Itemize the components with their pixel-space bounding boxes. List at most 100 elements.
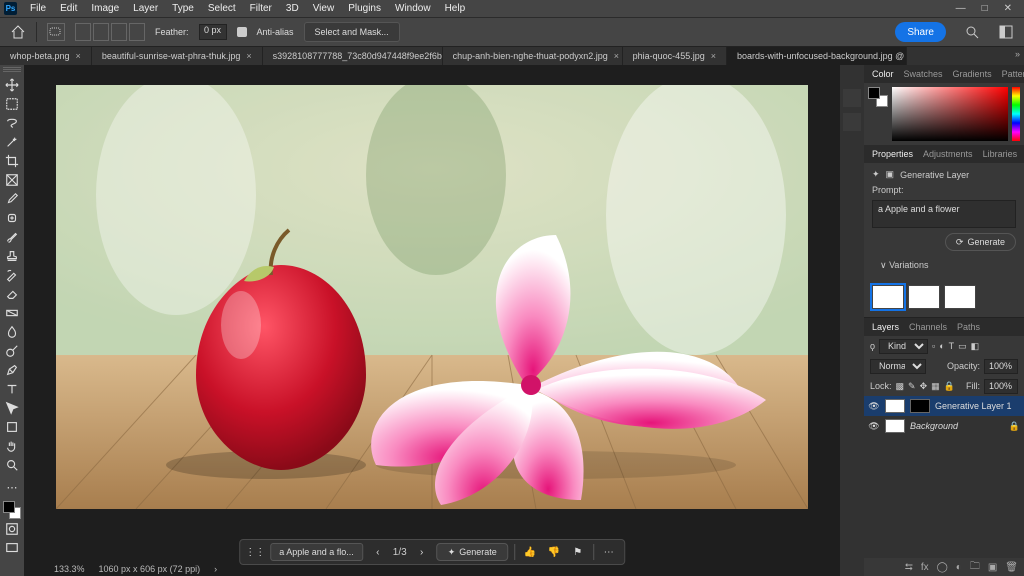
healing-tool[interactable]: [2, 208, 22, 227]
tab-gradients[interactable]: Gradients: [953, 69, 992, 79]
gradient-tool[interactable]: [2, 303, 22, 322]
status-chevron-icon[interactable]: ›: [214, 564, 217, 574]
search-icon[interactable]: [964, 24, 980, 40]
shape-tool[interactable]: [2, 417, 22, 436]
workspace-icon[interactable]: [998, 24, 1014, 40]
type-tool[interactable]: [2, 379, 22, 398]
grip-icon[interactable]: ⋮⋮: [246, 543, 264, 561]
move-tool[interactable]: [2, 75, 22, 94]
menu-help[interactable]: Help: [438, 3, 473, 14]
color-swatches[interactable]: [3, 501, 21, 519]
document-tab[interactable]: beautiful-sunrise-wat-phra-thuk.jpg×: [92, 47, 263, 65]
select-and-mask-button[interactable]: Select and Mask...: [304, 22, 400, 42]
visibility-icon[interactable]: 👁: [868, 401, 880, 412]
selection-new[interactable]: [75, 23, 91, 41]
crop-tool[interactable]: [2, 151, 22, 170]
contextual-task-bar[interactable]: ⋮⋮ a Apple and a flo... ‹ 1/3 › ✦Generat…: [239, 539, 625, 565]
tab-swatches[interactable]: Swatches: [904, 69, 943, 79]
frame-tool[interactable]: [2, 170, 22, 189]
lasso-tool[interactable]: [2, 113, 22, 132]
collapsed-panel-icon[interactable]: [843, 89, 861, 107]
canvas-area[interactable]: ⋮⋮ a Apple and a flo... ‹ 1/3 › ✦Generat…: [24, 65, 840, 576]
filter-type-icon[interactable]: T: [949, 341, 955, 351]
hue-slider[interactable]: [1012, 87, 1020, 141]
filter-shape-icon[interactable]: ▭: [958, 341, 967, 352]
opacity-value[interactable]: 100%: [984, 359, 1018, 374]
tab-paths[interactable]: Paths: [957, 322, 980, 332]
screen-mode[interactable]: [2, 538, 22, 557]
window-close[interactable]: ✕: [1004, 3, 1012, 14]
generate-button[interactable]: ✦Generate: [437, 543, 508, 561]
generate-button[interactable]: ⟳Generate: [945, 233, 1016, 251]
eraser-tool[interactable]: [2, 284, 22, 303]
menu-window[interactable]: Window: [388, 3, 438, 14]
group-icon[interactable]: 🗀: [970, 559, 980, 576]
flag-icon[interactable]: ⚑: [569, 543, 587, 561]
document-tab[interactable]: chup-anh-bien-nghe-thuat-podyxn2.jpg×: [443, 47, 623, 65]
wand-tool[interactable]: [2, 132, 22, 151]
zoom-tool[interactable]: [2, 455, 22, 474]
lock-pos-icon[interactable]: ✥: [920, 381, 928, 392]
prev-variation-button[interactable]: ‹: [369, 543, 387, 561]
layer-fx-icon[interactable]: fx: [921, 562, 929, 573]
prompt-pill[interactable]: a Apple and a flo...: [270, 543, 363, 561]
selection-subtract[interactable]: [111, 23, 127, 41]
tab-layers[interactable]: Layers: [872, 322, 899, 332]
layer-thumbnail[interactable]: [885, 399, 905, 413]
document-tab[interactable]: s3928108777788_73c80d947448f9ee2f6bfN380…: [263, 47, 443, 65]
lock-paint-icon[interactable]: ✎: [908, 381, 916, 392]
layer-mask-icon[interactable]: ◯: [937, 562, 948, 573]
fill-value[interactable]: 100%: [984, 379, 1018, 394]
prompt-input[interactable]: a Apple and a flower: [872, 200, 1016, 228]
layer-name[interactable]: Background: [910, 421, 958, 431]
color-swatches[interactable]: [868, 87, 888, 107]
home-button[interactable]: [10, 24, 26, 40]
menu-layer[interactable]: Layer: [126, 3, 165, 14]
color-field[interactable]: [892, 87, 1008, 141]
hand-tool[interactable]: [2, 436, 22, 455]
menu-3d[interactable]: 3D: [279, 3, 306, 14]
path-tool[interactable]: [2, 398, 22, 417]
adjustment-layer-icon[interactable]: ◐: [956, 562, 962, 573]
new-layer-icon[interactable]: ▣: [988, 562, 997, 573]
quick-mask[interactable]: [2, 519, 22, 538]
tab-patterns[interactable]: Patterns: [1002, 69, 1024, 79]
next-variation-button[interactable]: ›: [413, 543, 431, 561]
variations-label[interactable]: ∨ Variations: [872, 256, 1016, 275]
layer-name[interactable]: Generative Layer 1: [935, 401, 1012, 411]
close-icon[interactable]: ×: [711, 51, 716, 61]
brush-tool[interactable]: [2, 227, 22, 246]
menu-view[interactable]: View: [306, 3, 342, 14]
filter-adjust-icon[interactable]: ◐: [939, 341, 944, 351]
marquee-tool[interactable]: [2, 94, 22, 113]
pen-tool[interactable]: [2, 360, 22, 379]
filter-pixel-icon[interactable]: ▫: [932, 341, 935, 351]
window-maximize[interactable]: □: [982, 3, 988, 14]
menu-edit[interactable]: Edit: [53, 3, 84, 14]
feather-value[interactable]: 0 px: [199, 24, 227, 40]
share-button[interactable]: Share: [895, 22, 946, 42]
selection-add[interactable]: [93, 23, 109, 41]
document-tab[interactable]: phia-quoc-455.jpg×: [623, 47, 727, 65]
close-icon[interactable]: ×: [246, 51, 251, 61]
tab-channels[interactable]: Channels: [909, 322, 947, 332]
menu-filter[interactable]: Filter: [243, 3, 279, 14]
window-minimize[interactable]: —: [956, 3, 966, 14]
zoom-level[interactable]: 133.3%: [54, 564, 85, 574]
lock-trans-icon[interactable]: ▩: [896, 381, 905, 392]
layer-mask-thumbnail[interactable]: [910, 399, 930, 413]
layer-thumbnail[interactable]: [885, 419, 905, 433]
document-tab[interactable]: whop-beta.png×: [0, 47, 92, 65]
canvas[interactable]: [56, 85, 808, 509]
blend-mode-select[interactable]: Normal: [870, 359, 926, 374]
blur-tool[interactable]: [2, 322, 22, 341]
filter-smart-icon[interactable]: ◧: [971, 341, 980, 352]
antialias-checkbox[interactable]: [237, 27, 247, 37]
thumbs-up-icon[interactable]: 👍: [521, 543, 539, 561]
history-brush-tool[interactable]: [2, 265, 22, 284]
menu-image[interactable]: Image: [84, 3, 126, 14]
edit-toolbar[interactable]: ⋯: [2, 478, 22, 497]
thumbs-down-icon[interactable]: 👎: [545, 543, 563, 561]
tab-properties[interactable]: Properties: [872, 149, 913, 159]
menu-file[interactable]: File: [23, 3, 53, 14]
